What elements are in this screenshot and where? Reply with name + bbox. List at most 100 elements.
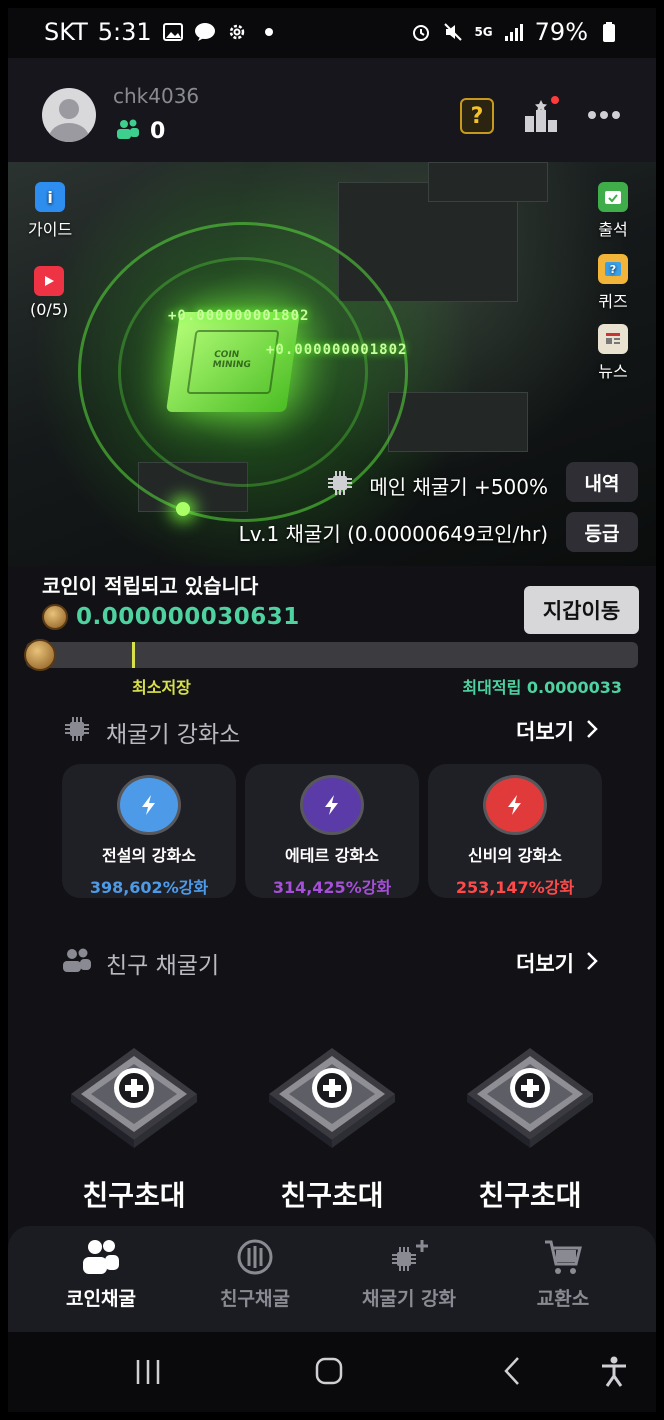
invite-friend-label: 친구초대: [478, 1179, 582, 1212]
attendance-button[interactable]: 출석: [598, 182, 628, 240]
move-to-wallet-button[interactable]: 지갑이동: [524, 586, 639, 634]
talk-icon: [194, 21, 216, 43]
friend-section-header: 친구 채굴기: [62, 946, 219, 980]
news-icon: [598, 324, 628, 354]
miner-chip-icon: [62, 714, 92, 750]
mined-amount-popup: +0.000000001802: [168, 308, 310, 324]
guide-button[interactable]: i 가이드: [28, 182, 72, 240]
quiz-button[interactable]: ? 퀴즈: [598, 254, 628, 312]
more-dot-icon: [612, 111, 620, 119]
nav-exchange[interactable]: 교환소: [488, 1238, 638, 1311]
mining-chip[interactable]: COIN MINING: [165, 312, 301, 412]
lightning-icon: [303, 778, 361, 832]
glow-spark: [176, 502, 190, 516]
chevron-right-icon: [586, 719, 598, 744]
miner-plus-icon: [392, 1240, 428, 1271]
more-dot-icon: [588, 111, 596, 119]
video-reward-button[interactable]: (0/5): [30, 266, 68, 319]
circuit-block: [428, 162, 548, 202]
min-save-label: 최소저장: [132, 678, 191, 697]
invite-friend-slot[interactable]: 친구초대: [460, 1044, 600, 1214]
invite-friend-label: 친구초대: [82, 1179, 186, 1212]
battery-icon: [598, 21, 620, 43]
max-accumulation-label: 최대적립 0.0000033: [462, 678, 622, 697]
invite-friend-slot[interactable]: 친구초대: [64, 1044, 204, 1214]
friend-more-link[interactable]: 더보기: [516, 948, 598, 978]
accumulated-value: 0.000000030631: [76, 604, 300, 630]
history-button[interactable]: 내역: [566, 462, 638, 502]
add-miner-icon: [269, 1048, 395, 1148]
add-miner-icon: [71, 1048, 197, 1148]
main-miner-text: 메인 채굴기 +500%: [369, 475, 548, 499]
network-type: 5G: [474, 25, 493, 39]
chevron-right-icon: [586, 951, 598, 976]
add-miner-icon: [467, 1048, 593, 1148]
gallery-icon: [162, 21, 184, 43]
upgrade-section-header: 채굴기 강화소: [62, 714, 240, 750]
upgrade-section-title: 채굴기 강화소: [106, 722, 241, 748]
carrier-label: SKT: [44, 18, 88, 46]
upgrade-card-percent: 314,425%강화: [272, 878, 392, 897]
upgrade-card-name: 에테르 강화소: [285, 846, 379, 865]
upgrade-card-ether[interactable]: 에테르 강화소 314,425%강화: [245, 764, 419, 898]
home-icon[interactable]: [314, 1356, 344, 1386]
system-navigation-bar: [8, 1332, 656, 1412]
quiz-icon: ?: [598, 254, 628, 284]
more-menu-button[interactable]: [586, 100, 622, 130]
settings-gear-icon: [226, 21, 248, 43]
friends-icon: [62, 947, 92, 979]
chip-label: COIN MINING: [211, 350, 252, 370]
status-bar: SKT 5:31 5G 79%: [8, 8, 656, 58]
nav-miner-upgrade[interactable]: 채굴기 강화: [334, 1238, 484, 1311]
upgrade-card-percent: 253,147%강화: [455, 878, 575, 897]
bottom-navigation: 코인채굴 친구채굴 채굴기 강화 교환소: [8, 1226, 656, 1332]
upgrade-card-percent: 398,602%강화: [89, 878, 209, 897]
invite-friend-slot[interactable]: 친구초대: [262, 1044, 402, 1214]
username: chk4036: [113, 84, 200, 108]
mute-icon: [442, 21, 464, 43]
app-screen: SKT 5:31 5G 79% chk4036 0 ? COIN MINING …: [8, 8, 656, 1412]
accumulated-balance: 0.000000030631: [42, 604, 300, 630]
upgrade-card-name: 전설의 강화소: [102, 846, 196, 865]
accumulation-title: 코인이 적립되고 있습니다: [42, 574, 259, 598]
ranking-button[interactable]: [521, 96, 561, 136]
coin-icon: [42, 604, 68, 630]
friend-count: 0: [150, 118, 166, 144]
ranking-icon: [525, 96, 559, 132]
main-miner-boost: 메인 채굴기 +500%: [325, 468, 548, 503]
mystery-box-button[interactable]: ?: [460, 98, 494, 134]
upgrade-card-mystic[interactable]: 신비의 강화소 253,147%강화: [428, 764, 602, 898]
nav-friend-mining[interactable]: 친구채굴: [180, 1238, 330, 1311]
attendance-icon: [598, 182, 628, 212]
guide-icon: i: [35, 182, 66, 212]
accumulation-progress-bar: [26, 642, 638, 668]
signal-icon: [503, 21, 525, 43]
alarm-icon: [410, 21, 432, 43]
friends-icon: [116, 118, 140, 144]
circuit-block: [388, 392, 528, 452]
mining-hero-banner: COIN MINING +0.000000001802 +0.000000001…: [8, 162, 656, 566]
news-button[interactable]: 뉴스: [598, 324, 628, 382]
more-dot-icon: [600, 111, 608, 119]
avatar[interactable]: [42, 88, 96, 142]
grade-button[interactable]: 등급: [566, 512, 638, 552]
accessibility-icon[interactable]: [600, 1356, 628, 1388]
upgrade-more-link[interactable]: 더보기: [516, 716, 598, 746]
progress-coin-icon: [24, 639, 56, 671]
nav-coin-mining[interactable]: 코인채굴: [26, 1238, 176, 1311]
coin-chip-icon: [237, 1239, 273, 1275]
miner-level-text: Lv.1 채굴기 (0.00000649코인/hr): [238, 522, 548, 546]
people-icon: [83, 1240, 119, 1274]
recent-apps-icon[interactable]: [134, 1358, 162, 1386]
min-save-marker: [132, 642, 135, 668]
upgrade-card-legend[interactable]: 전설의 강화소 398,602%강화: [62, 764, 236, 898]
lightning-icon: [120, 778, 178, 832]
friend-section-title: 친구 채굴기: [106, 953, 220, 979]
mined-amount-popup: +0.000000001802: [266, 342, 408, 358]
friend-count-row: 0: [116, 118, 165, 144]
invite-friend-label: 친구초대: [280, 1179, 384, 1212]
svg-text:?: ?: [610, 263, 616, 276]
notification-dot-icon: [258, 21, 280, 43]
app-header: chk4036 0 ?: [8, 58, 656, 162]
back-icon[interactable]: [502, 1356, 522, 1386]
